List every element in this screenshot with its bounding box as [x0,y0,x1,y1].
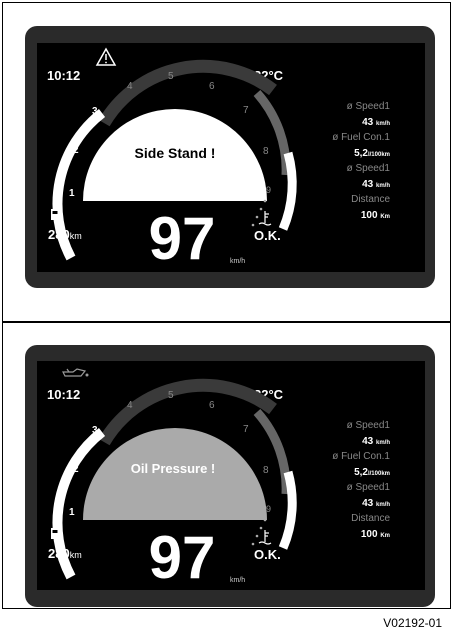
trip-label-3: ø Speed1 [347,482,391,493]
rpm-tick-6: 6 [209,81,215,92]
rpm-tick-7: 7 [243,105,249,116]
rpm-tick-6: 6 [209,400,215,411]
clock-time: 10:12 [47,387,80,402]
rpm-tick-9: 9 [266,185,271,195]
rpm-tick-9: 9 [266,504,271,514]
rpm-tick-8: 8 [263,146,269,157]
trip-label-1: ø Speed1 [347,420,391,431]
speed-unit: km/h [230,577,245,584]
speed-value: 97 [149,205,216,272]
figure-code: V02192-01 [383,616,442,630]
rpm-tick-2: 2 [73,464,79,475]
rpm-tick-5: 5 [168,390,174,401]
dashboard-display: 10:12 22°C Oil Pressure ! 1 2 3 4 5 6 7 … [25,345,435,607]
trip-label-3: ø Speed1 [347,163,391,174]
rpm-tick-3: 3 [92,425,98,436]
rpm-tick-1: 1 [69,507,75,518]
dashboard-display: 10:12 22°C Side Stand ! 1 2 3 4 5 6 7 8 … [25,26,435,288]
rpm-tick-2: 2 [73,145,79,156]
clock-time: 10:12 [47,68,80,83]
rpm-tick-4: 4 [127,81,133,92]
figure-panel-side-stand: 10:12 22°C Side Stand ! 1 2 3 4 5 6 7 8 … [2,2,451,322]
trip-label-2: ø Fuel Con.1 [332,132,390,143]
rpm-tick-8: 8 [263,465,269,476]
speed-value: 97 [149,524,216,591]
rpm-tick-1: 1 [69,188,75,199]
rpm-tick-4: 4 [127,400,133,411]
trip-label-2: ø Fuel Con.1 [332,451,390,462]
warning-message: Side Stand ! [135,145,216,161]
coolant-status: O.K. [254,547,281,562]
warning-message: Oil Pressure ! [131,461,216,476]
trip-label-4: Distance [351,513,390,524]
trip-label-4: Distance [351,194,390,205]
figure-panel-oil-pressure: 10:12 22°C Oil Pressure ! 1 2 3 4 5 6 7 … [2,322,451,609]
rpm-tick-5: 5 [168,71,174,82]
coolant-status: O.K. [254,228,281,243]
trip-label-1: ø Speed1 [347,101,391,112]
rpm-tick-7: 7 [243,424,249,435]
speed-unit: km/h [230,258,245,265]
rpm-tick-3: 3 [92,106,98,117]
